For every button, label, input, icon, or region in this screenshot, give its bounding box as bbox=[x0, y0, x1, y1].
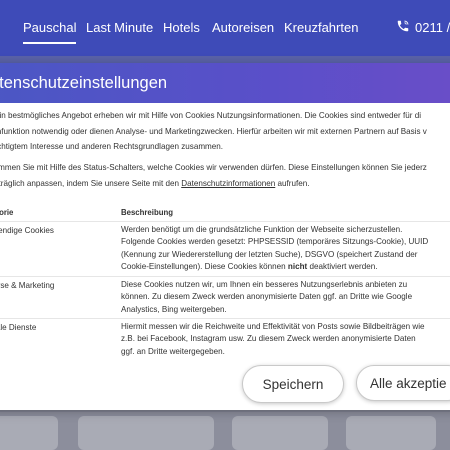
privacy-info-link[interactable]: Datenschutzinformationen bbox=[181, 179, 275, 188]
phone-number: 0211 / bbox=[415, 20, 450, 35]
description-necessary-cookies: Werden benötigt um die grundsätzliche Fu… bbox=[121, 224, 450, 274]
privacy-settings-dialog: atenschutzeinstellungen r ein bestmöglic… bbox=[0, 63, 450, 410]
description-text: Cookie-Einstellungen). Diese Cookies kön… bbox=[121, 262, 288, 272]
nav-item-kreuzfahrten[interactable]: Kreuzfahrten bbox=[284, 20, 358, 35]
description-line: Analystics, Bing weitergeben. bbox=[121, 304, 227, 314]
column-header-description: Beschreibung bbox=[121, 208, 173, 217]
background-card bbox=[0, 416, 58, 450]
category-social-services: ziale Dienste bbox=[0, 323, 37, 332]
dialog-title: atenschutzeinstellungen bbox=[0, 74, 168, 92]
save-button[interactable]: Speichern bbox=[242, 365, 344, 403]
phone-icon bbox=[396, 19, 410, 36]
settings-text: stimmen Sie mit Hilfe des Status-Schalte… bbox=[0, 160, 450, 191]
top-navigation: Pauschal Last Minute Hotels Autoreisen K… bbox=[0, 0, 450, 56]
nav-item-hotels[interactable]: Hotels bbox=[163, 20, 200, 35]
divider bbox=[0, 221, 450, 222]
settings-line-suffix: aufrufen. bbox=[275, 178, 310, 188]
background-card bbox=[78, 416, 214, 450]
intro-line: rechtigtem Interesse und anderen Rechtsg… bbox=[0, 142, 224, 151]
nav-item-pauschal[interactable]: Pauschal bbox=[23, 20, 77, 44]
nav-item-last-minute[interactable]: Last Minute bbox=[86, 20, 153, 35]
category-analysis-marketing: alyse & Marketing bbox=[0, 281, 55, 290]
description-line: Diese Cookies nutzen wir, um Ihnen ein b… bbox=[121, 280, 408, 289]
description-social-services: Hiermit messen wir die Reichweite und Ef… bbox=[121, 321, 450, 358]
category-necessary-cookies: twendige Cookies bbox=[0, 226, 54, 235]
description-text: deaktiviert werden. bbox=[307, 262, 378, 272]
description-line: (Kennung zur Wiedererstellung der letzte… bbox=[121, 249, 418, 259]
column-header-category: egorie bbox=[0, 208, 14, 217]
phone-contact[interactable]: 0211 / bbox=[396, 19, 450, 36]
background-card bbox=[346, 416, 436, 450]
intro-line: tenfunktion notwendig oder dienen Analys… bbox=[0, 126, 427, 136]
intro-line: r ein bestmögliches Angebot erheben wir … bbox=[0, 111, 421, 120]
description-bold: nicht bbox=[287, 262, 308, 272]
description-analysis-marketing: Diese Cookies nutzen wir, um Ihnen ein b… bbox=[121, 279, 450, 316]
description-line: Hiermit messen wir die Reichweite und Ef… bbox=[121, 322, 425, 331]
settings-line-prefix: chträglich anpassen, indem Sie unsere Se… bbox=[0, 178, 182, 188]
divider bbox=[0, 318, 450, 319]
description-line: Cookie-Einstellungen). Diese Cookies kön… bbox=[121, 261, 450, 273]
divider bbox=[0, 276, 450, 277]
settings-line: stimmen Sie mit Hilfe des Status-Schalte… bbox=[0, 163, 427, 172]
description-line: Werden benötigt um die grundsätzliche Fu… bbox=[121, 225, 403, 234]
description-line: ggf. an Dritte weitergegeben. bbox=[121, 346, 225, 356]
description-line: z.B. bei Facebook, Instagram usw. Zu die… bbox=[121, 334, 416, 344]
description-line: Folgende Cookies werden gesetzt: PHPSESS… bbox=[121, 237, 429, 247]
settings-line: chträglich anpassen, indem Sie unsere Se… bbox=[0, 176, 450, 192]
accept-all-button[interactable]: Alle akzeptie bbox=[356, 365, 450, 401]
background-card bbox=[232, 416, 328, 450]
description-line: können. Zu diesem Zweck werden anonymisi… bbox=[121, 292, 413, 302]
nav-item-autoreisen[interactable]: Autoreisen bbox=[212, 20, 274, 35]
dialog-header: atenschutzeinstellungen bbox=[0, 63, 450, 103]
intro-text: r ein bestmögliches Angebot erheben wir … bbox=[0, 108, 450, 155]
